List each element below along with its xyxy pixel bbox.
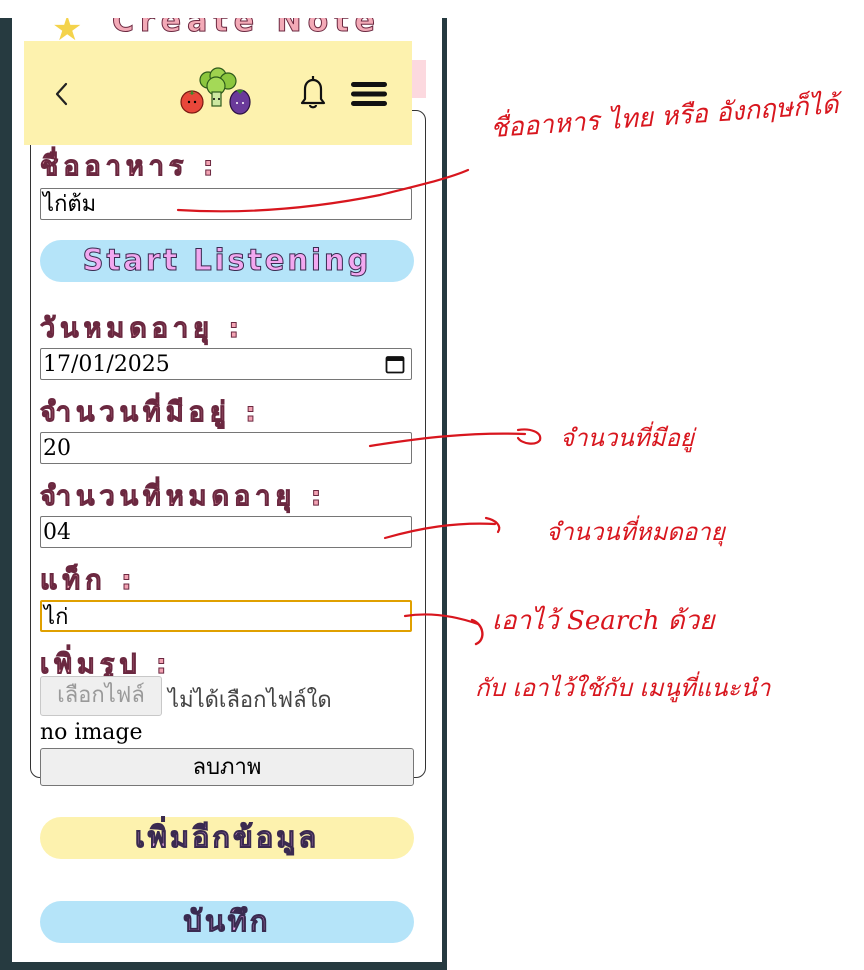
- hamburger-menu-icon[interactable]: [350, 80, 388, 108]
- tag-annotation-line-1: เอาไว้ Search ด้วย: [492, 606, 715, 636]
- start-listening-button[interactable]: Start Listening: [40, 240, 414, 282]
- image-preview-placeholder: no image: [40, 720, 143, 745]
- expired-arrowhead: [484, 516, 501, 534]
- quantity-annotation: จำนวนที่มีอยู่: [560, 424, 694, 452]
- expired-quantity-label: จำนวนที่หมดอายุ :: [39, 481, 327, 513]
- quantity-arrowhead: [516, 428, 542, 445]
- tag-arrowhead: [470, 618, 484, 646]
- expiry-date-value: 17/01/2025: [43, 352, 170, 377]
- expired-quantity-annotation: จำนวนที่หมดอายุ: [546, 518, 725, 546]
- tag-annotation-line-2: กับ เอาไว้ใช้กับ เมนูที่แนะนำ: [475, 674, 771, 702]
- chevron-left-icon[interactable]: [52, 80, 72, 108]
- file-status-text: ไม่ได้เลือกไฟล์ใด: [168, 688, 332, 713]
- vegetables-logo: [180, 67, 251, 115]
- delete-image-button[interactable]: ลบภาพ: [40, 748, 414, 786]
- food-name-label: ชื่ออาหาร :: [40, 151, 219, 183]
- decorative-block: [412, 60, 426, 98]
- quantity-label: จำนวนที่มีอยู่ :: [40, 397, 261, 429]
- expiry-date-label: วันหมดอายุ :: [39, 313, 245, 345]
- bell-icon[interactable]: [298, 72, 328, 110]
- food-name-annotation: ชื่ออาหาร ไทย หรือ อังกฤษก็ได้: [489, 89, 840, 145]
- add-more-button[interactable]: เพิ่มอีกข้อมูล: [40, 817, 414, 859]
- save-button[interactable]: บันทึก: [40, 901, 414, 943]
- expired-quantity-input[interactable]: 04: [40, 516, 412, 548]
- tag-input[interactable]: ไก่: [40, 600, 412, 632]
- page-title: Create Note: [112, 18, 381, 40]
- calendar-icon[interactable]: [385, 354, 405, 374]
- tag-label: แท็ก :: [40, 565, 137, 597]
- choose-file-button[interactable]: เลือกไฟล์: [40, 676, 162, 716]
- expiry-date-input[interactable]: 17/01/2025: [40, 348, 412, 380]
- quantity-input[interactable]: 20: [40, 432, 412, 464]
- food-name-input[interactable]: ไก่ต้ม: [40, 188, 412, 220]
